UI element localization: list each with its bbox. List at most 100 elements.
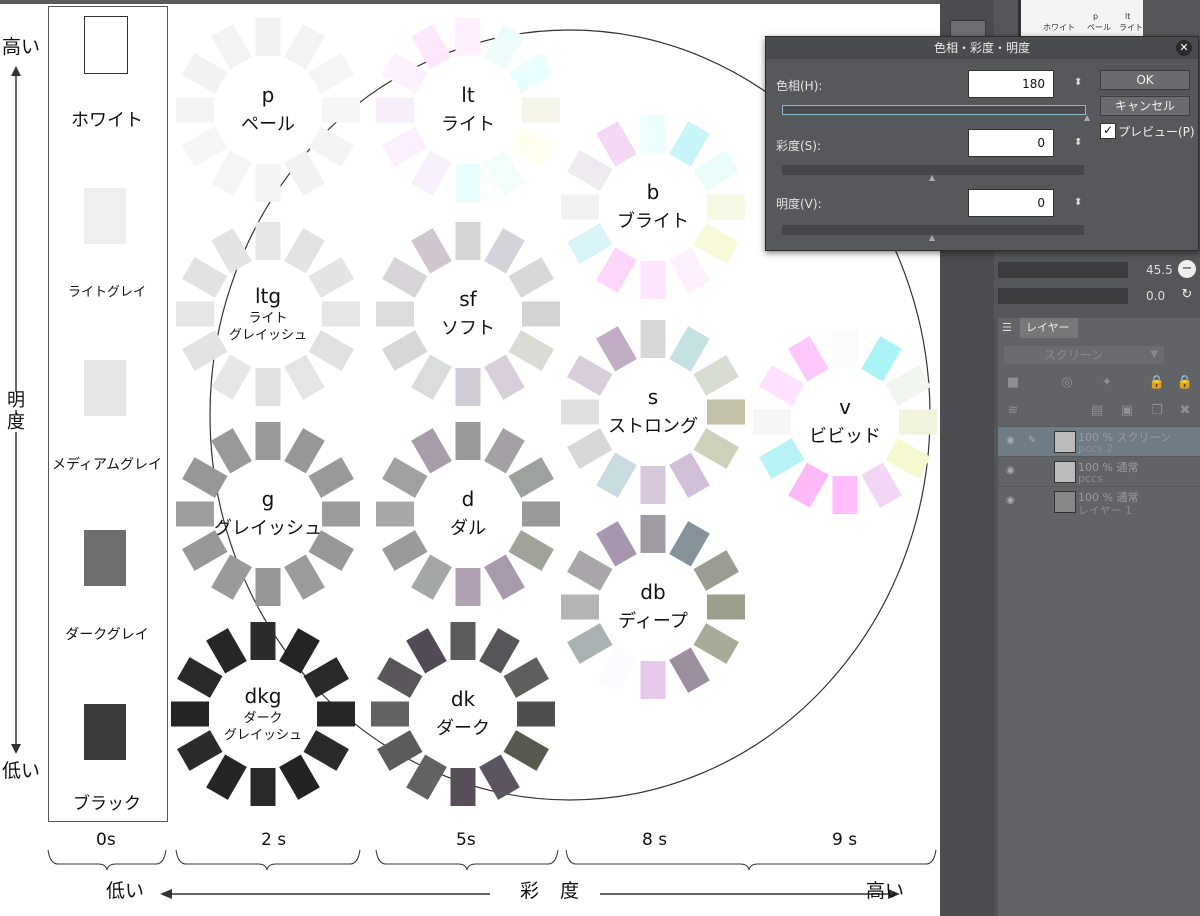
- hue-spinner-icon[interactable]: ⬍: [1074, 77, 1082, 88]
- brush-size-value: 45.5: [1146, 263, 1173, 277]
- tone-name: グレイッシュ: [214, 518, 322, 540]
- tone-code: v: [839, 395, 851, 420]
- value-label: 明度(V):: [776, 197, 822, 211]
- minus-icon[interactable]: −: [1178, 260, 1196, 278]
- tone-code: p: [261, 83, 275, 108]
- tone-wheel-sf: sf ソフト: [373, 219, 563, 409]
- value-spinner-icon[interactable]: ⬍: [1074, 197, 1082, 208]
- saturation-label: 彩度(S):: [776, 139, 822, 153]
- tone-wheel-dk: dk ダーク: [368, 619, 558, 809]
- close-icon[interactable]: ✕: [1176, 40, 1192, 56]
- tone-name: ペール: [241, 114, 295, 136]
- horizontal-title-2: 度: [560, 880, 580, 902]
- sat-tick-0: 0s: [96, 830, 116, 850]
- tone-name: ダーク グレイッシュ: [223, 710, 302, 743]
- ok-button[interactable]: OK: [1100, 70, 1190, 90]
- layer-row[interactable]: ◉ 100 % 通常 pccs: [998, 456, 1200, 487]
- tone-wheel-dkg: dkg ダーク グレイッシュ: [168, 619, 358, 809]
- value-slider-marker-icon[interactable]: ▲: [929, 233, 935, 242]
- eye-icon[interactable]: ◉: [1006, 495, 1018, 507]
- blend-mode-select[interactable]: スクリーン ▼: [1004, 346, 1164, 364]
- new-folder-icon[interactable]: ▣: [1118, 402, 1136, 420]
- lock-alpha-icon[interactable]: 🔒: [1176, 374, 1194, 392]
- gray-swatch: [84, 360, 126, 416]
- tone-code: lt: [461, 83, 475, 108]
- value-input[interactable]: 0: [968, 189, 1054, 217]
- sat-tick-9: 9 s: [832, 830, 858, 850]
- dialog-title: 色相・彩度・明度: [766, 37, 1198, 59]
- panel-menu-icon[interactable]: ☰: [1002, 321, 1012, 334]
- tone-label-group: dkg ダーク グレイッシュ: [168, 619, 358, 809]
- layer-thumbnail: [1054, 461, 1076, 483]
- layer-row[interactable]: ◉ 100 % 通常 レイヤー 1: [998, 486, 1200, 517]
- layer-row[interactable]: ◉ ✎ 100 % スクリーン pccs 2: [998, 426, 1200, 457]
- sat-tick-8: 8 s: [642, 830, 668, 850]
- reference-icon[interactable]: ✦: [1098, 374, 1116, 392]
- tone-wheel-db: db ディープ: [558, 512, 748, 702]
- hue-slider-marker-icon[interactable]: ▲: [1084, 113, 1090, 122]
- tone-wheel-ltg: ltg ライト グレイッシュ: [173, 219, 363, 409]
- tone-label-group: g グレイッシュ: [173, 419, 363, 609]
- tone-label-group: d ダル: [373, 419, 563, 609]
- pen-icon: ✎: [1028, 435, 1037, 446]
- preview-checkbox[interactable]: ✓: [1100, 123, 1116, 139]
- brush-size-row[interactable]: 45.5 −: [998, 258, 1198, 282]
- gray-label: ライトグレイ: [67, 285, 146, 300]
- brush-opacity-row[interactable]: 0.0 ↻: [998, 284, 1198, 308]
- lock-icon[interactable]: 🔒: [1148, 374, 1166, 392]
- tab-layers[interactable]: レイヤー: [1020, 318, 1078, 338]
- layer-actions-row: ≋ ▤ ▣ ❐ ✖: [998, 400, 1200, 424]
- delete-layer-icon[interactable]: ✖: [1176, 402, 1194, 420]
- tone-label-group: sf ソフト: [373, 219, 563, 409]
- vertical-title-1: 明: [7, 390, 25, 411]
- tone-code: dk: [450, 687, 476, 712]
- brush-opacity-value: 0.0: [1146, 289, 1166, 303]
- sat-tick-5: 5s: [456, 830, 476, 850]
- tone-label-group: db ディープ: [558, 512, 748, 702]
- brush-opacity-slider[interactable]: [998, 288, 1128, 304]
- thumb-label-pale: ペール: [1087, 23, 1111, 32]
- eye-icon[interactable]: ◉: [1006, 435, 1018, 447]
- brush-size-slider[interactable]: [998, 262, 1128, 278]
- tone-label-group: v ビビッド: [750, 327, 940, 517]
- gray-swatch: [84, 16, 128, 74]
- tone-code: db: [640, 580, 666, 605]
- hue-input[interactable]: 180: [968, 70, 1054, 98]
- tone-name: ダル: [450, 518, 486, 540]
- reset-icon[interactable]: ↻: [1178, 286, 1196, 304]
- tone-code: d: [461, 487, 475, 512]
- gray-label: ホワイト: [71, 110, 143, 131]
- tone-label-group: dk ダーク: [368, 619, 558, 809]
- cancel-button[interactable]: キャンセル: [1100, 96, 1190, 116]
- tone-label-group: s ストロング: [558, 317, 748, 507]
- new-layer-icon[interactable]: ▤: [1088, 402, 1106, 420]
- eye-icon[interactable]: ◉: [1006, 465, 1018, 477]
- thumb-label-white: ホワイト: [1043, 23, 1075, 32]
- tone-label-group: b ブライト: [558, 112, 748, 302]
- tone-name: ビビッド: [809, 426, 881, 448]
- tone-name: ダーク: [436, 718, 490, 740]
- layer-name: pccs 2: [1078, 442, 1114, 455]
- tone-wheel-lt: lt ライト: [373, 15, 563, 205]
- hue-slider[interactable]: [782, 105, 1086, 115]
- layer-panel: ☰ レイヤー スクリーン ▼ ■ ◎ ✦ 🔒 🔒 ≋ ▤ ▣ ❐ ✖ ◉ ✎ 10…: [998, 318, 1200, 916]
- blend-mode-value: スクリーン: [1044, 348, 1104, 362]
- chevron-down-icon: ▼: [1150, 349, 1158, 360]
- tone-label-group: p ペール: [173, 15, 363, 205]
- copy-layer-icon[interactable]: ❐: [1148, 402, 1166, 420]
- layer-stack-icon[interactable]: ≋: [1004, 402, 1022, 420]
- tone-name: ディープ: [618, 611, 688, 633]
- clip-icon[interactable]: ◎: [1058, 374, 1076, 392]
- tone-code: sf: [459, 287, 477, 312]
- tone-wheel-d: d ダル: [373, 419, 563, 609]
- tone-code: g: [261, 487, 275, 512]
- color-square-icon[interactable]: ■: [1004, 374, 1022, 392]
- vertical-low-label: 低い: [2, 760, 41, 782]
- gray-swatch: [84, 188, 126, 244]
- saturation-slider-marker-icon[interactable]: ▲: [929, 173, 935, 182]
- tone-code: ltg: [254, 283, 282, 308]
- gray-swatch: [84, 530, 126, 586]
- saturation-spinner-icon[interactable]: ⬍: [1074, 137, 1082, 148]
- horizontal-high-label: 高い: [866, 880, 905, 902]
- saturation-input[interactable]: 0: [968, 129, 1054, 157]
